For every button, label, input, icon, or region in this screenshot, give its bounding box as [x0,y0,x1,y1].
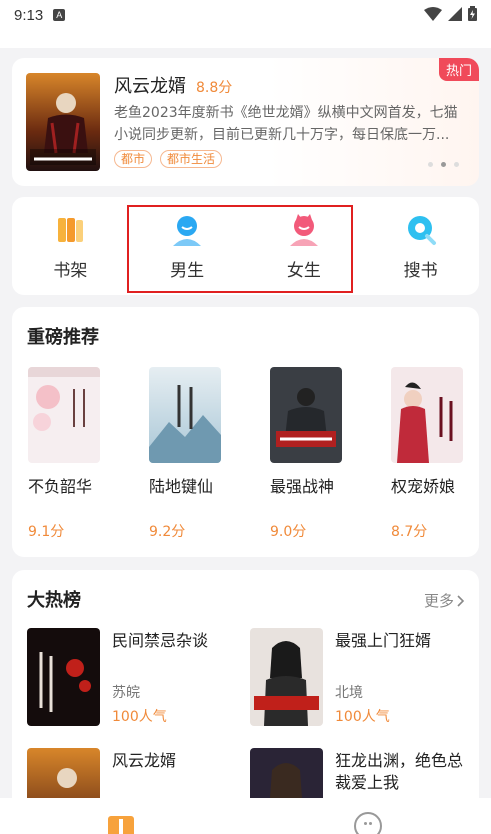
book-author: 苏皖 [112,685,140,701]
battery-icon [468,6,477,21]
notification-icon: A [53,9,66,21]
section-title: 重磅推荐 [27,327,99,348]
more-label: 更多 [423,592,454,610]
bookshelf-icon [58,217,84,242]
banner-book-title: 风云龙婿 [114,76,186,97]
recommend-list: 不负韶华 9.1分 陆地键仙 9.2分 最强战神 9.0分 权宠娇娘 8.7分 [28,367,463,541]
book-score: 9.1分 [28,524,65,540]
gender-highlight-box [127,205,353,293]
banner-tags: 都市 都市生活 [114,150,223,168]
book-popularity: 100人气 [112,709,167,725]
banner-book-score: 8.8分 [196,80,233,96]
book-title: 民间禁忌杂谈 [112,631,209,650]
book-title: 陆地键仙 [149,477,214,496]
header-spacer [0,30,491,48]
book-title: 最强上门狂婿 [335,631,432,650]
carousel-indicator [428,162,459,167]
hot-book[interactable]: 最强上门狂婿 北境 100人气 [250,628,470,728]
book-author: 北境 [335,685,363,701]
hot-list-section: 大热榜 更多 民间禁忌杂谈 苏皖 100人气 最强上门狂婿 北境 100人气 风… [12,570,479,834]
book-title: 风云龙婿 [112,751,177,770]
chevron-right-icon [457,594,465,607]
book-title: 权宠娇娘 [391,477,456,496]
book-score: 9.2分 [149,524,186,540]
nav-item-search[interactable]: 搜书 [362,197,479,295]
profile-tab-icon[interactable] [354,812,382,834]
recommend-book[interactable]: 不负韶华 9.1分 [28,367,100,541]
wifi-icon [424,6,442,21]
hot-badge: 热门 [438,58,479,81]
more-link[interactable]: 更多 [424,590,465,611]
bottom-tab-bar [0,798,491,834]
book-cover[interactable] [391,367,463,463]
banner-book-cover[interactable] [26,73,100,171]
recommend-book[interactable]: 陆地键仙 9.2分 [149,367,221,541]
book-score: 8.7分 [391,524,428,540]
bookstore-tab-icon[interactable] [108,816,134,834]
recommend-book[interactable]: 权宠娇娘 8.7分 [391,367,463,541]
book-cover[interactable] [28,367,100,463]
book-popularity: 100人气 [335,709,390,725]
carousel-dot [428,162,433,167]
status-icons [424,6,477,21]
book-cover[interactable] [149,367,221,463]
recommend-book[interactable]: 最强战神 9.0分 [270,367,342,541]
status-bar: 9:13 A [0,0,491,30]
featured-banner[interactable]: 风云龙婿 8.8分 老鱼2023年度新书《绝世龙婿》纵横中文网首发，七猫小说同步… [12,58,479,186]
book-cover[interactable] [270,367,342,463]
recommend-section: 重磅推荐 不负韶华 9.1分 陆地键仙 9.2分 最强战神 9.0分 权宠娇娘 … [12,307,479,557]
book-title: 最强战神 [270,477,335,496]
nav-label: 搜书 [403,260,438,281]
carousel-dot [454,162,459,167]
signal-icon [448,6,462,21]
book-cover[interactable] [250,628,323,726]
status-time: 9:13 [14,6,44,24]
section-title: 大热榜 [27,590,81,611]
nav-label: 书架 [53,260,88,281]
banner-tag[interactable]: 都市 [114,150,153,168]
book-title: 不负韶华 [28,477,93,496]
nav-item-bookshelf[interactable]: 书架 [12,197,129,295]
banner-book-description: 老鱼2023年度新书《绝世龙婿》纵横中文网首发，七猫小说同步更新，目前已更新几十… [114,105,458,143]
hot-book[interactable]: 民间禁忌杂谈 苏皖 100人气 [27,628,247,728]
search-icon [407,215,436,245]
banner-tag[interactable]: 都市生活 [160,150,223,168]
book-cover[interactable] [27,628,100,726]
book-score: 9.0分 [270,524,307,540]
carousel-dot-active [441,162,446,167]
book-title: 狂龙出渊，绝色总裁爱上我 [335,751,464,792]
